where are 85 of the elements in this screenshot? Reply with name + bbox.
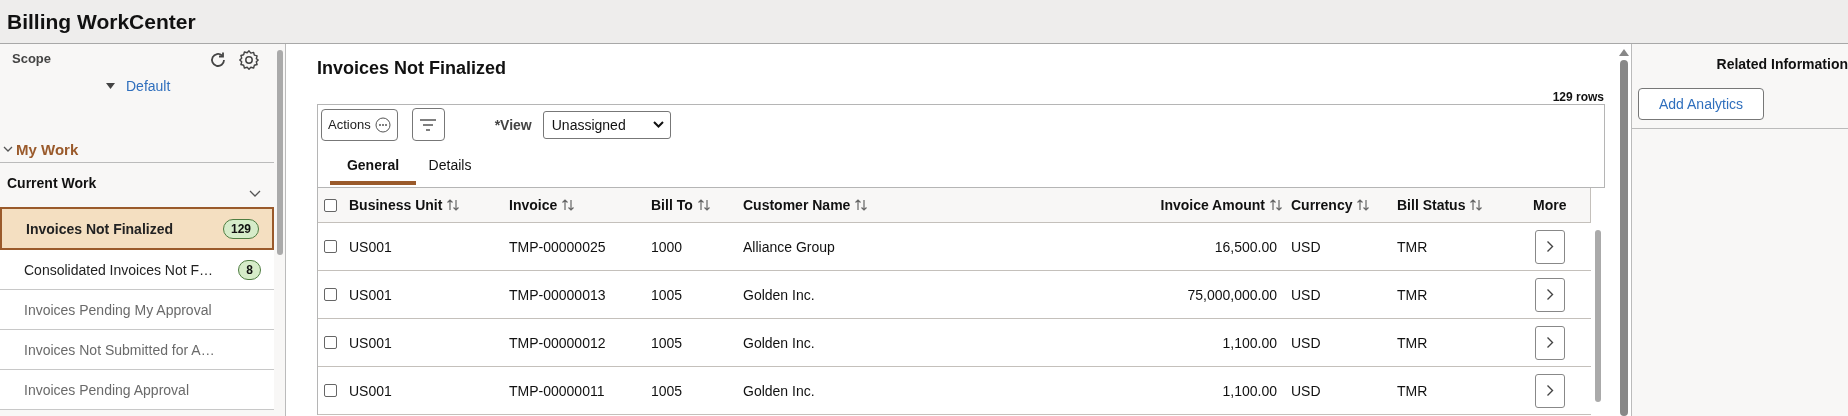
table-cell: Alliance Group [743,238,835,255]
filter-icon [419,118,438,131]
settings-icon[interactable] [238,49,260,71]
table-cell: USD [1291,382,1321,399]
table-cell: USD [1291,238,1321,255]
chevron-right-icon [1546,336,1554,349]
table-cell: Golden Inc. [743,286,815,303]
row-details-button[interactable] [1535,229,1565,264]
table-cell: USD [1291,334,1321,351]
sort-icon[interactable] [854,198,869,212]
column-header[interactable]: Bill To [651,197,711,213]
table-cell: TMP-00000011 [509,382,605,399]
tab[interactable]: Details [416,148,484,185]
row-checkbox[interactable] [324,384,337,397]
row-checkbox[interactable] [324,288,337,301]
table-cell: Golden Inc. [743,382,815,399]
table-cell: US001 [349,286,392,303]
view-label: *View [494,116,532,133]
table-cell: TMP-00000012 [509,334,606,351]
column-header[interactable]: Customer Name [743,197,869,213]
app-title: Billing WorkCenter [7,9,196,34]
column-header[interactable]: Invoice Amount [1160,197,1283,213]
sort-icon[interactable] [1469,198,1484,212]
count-badge: 8 [238,259,261,280]
column-header[interactable]: Bill Status [1397,197,1484,213]
scope-link[interactable]: Default [126,78,171,94]
section-header[interactable]: My Work [0,136,274,163]
table-cell: TMR [1397,286,1428,303]
column-header[interactable]: Currency [1291,197,1371,213]
chevron-right-icon [1546,288,1554,301]
sort-icon[interactable] [1356,198,1371,212]
table-cell: TMP-00000013 [509,286,606,303]
table-cell: TMP-00000025 [509,238,606,255]
add-analytics-button[interactable]: Add Analytics [1638,88,1765,120]
table-cell: US001 [349,238,392,255]
sort-icon[interactable] [696,198,711,212]
table-cell: 1005 [651,382,683,399]
sort-icon[interactable] [446,198,461,212]
group-title: Current Work [7,175,97,191]
row-checkbox[interactable] [324,240,337,253]
table-cell: 16,500.00 [1214,238,1277,255]
column-header[interactable]: More [1533,197,1567,213]
more-icon [374,116,391,133]
table-cell: TMR [1397,334,1428,351]
chevron-icon[interactable] [249,190,261,198]
table-cell: TMR [1397,238,1428,255]
scroll-up-arrow-icon[interactable] [1619,49,1629,56]
scrollbar-thumb[interactable] [1595,230,1601,402]
panel-title: Related Information [1715,55,1848,74]
table-cell: 1,100.00 [1222,382,1277,399]
sort-icon[interactable] [561,198,576,212]
count-badge: 129 [222,218,259,239]
select-all-checkbox[interactable] [324,198,337,212]
table-cell: US001 [349,334,392,351]
table-cell: 1005 [651,286,683,303]
refresh-icon[interactable] [208,50,228,70]
column-header[interactable]: Invoice [509,197,576,213]
table-cell: 1005 [651,334,683,351]
scrollbar-thumb[interactable] [1620,60,1628,416]
table-cell: 75,000,000.00 [1187,286,1277,303]
table-cell: 1,100.00 [1222,334,1277,351]
column-header[interactable]: Business Unit [349,197,461,213]
row-details-button[interactable] [1535,277,1565,312]
table-cell: TMR [1397,382,1428,399]
dropdown-caret-icon[interactable] [106,83,115,89]
filter-button[interactable] [411,108,445,141]
actions-button[interactable]: Actions [321,108,398,141]
table-cell: Golden Inc. [743,334,815,351]
worklist-item[interactable]: Invoices Not Finalized 129 [0,207,274,250]
row-checkbox[interactable] [324,336,337,349]
page-title: Invoices Not Finalized [317,58,508,79]
chevron-icon [652,121,664,128]
chevron-right-icon [1546,384,1554,397]
table-cell: US001 [349,382,392,399]
view-dropdown[interactable]: Unassigned [542,110,671,139]
row-count: 129 rows [1552,90,1604,104]
sort-icon[interactable] [1269,198,1283,212]
scope-label: Scope [12,50,51,68]
table-cell: USD [1291,286,1321,303]
worklist-item[interactable]: Consolidated Invoices Not F… 8 [0,250,274,290]
chevron-right-icon [1546,240,1554,253]
table-cell: 1000 [651,238,683,255]
row-details-button[interactable] [1535,373,1565,408]
scrollbar-thumb[interactable] [276,50,283,255]
row-details-button[interactable] [1535,325,1565,360]
